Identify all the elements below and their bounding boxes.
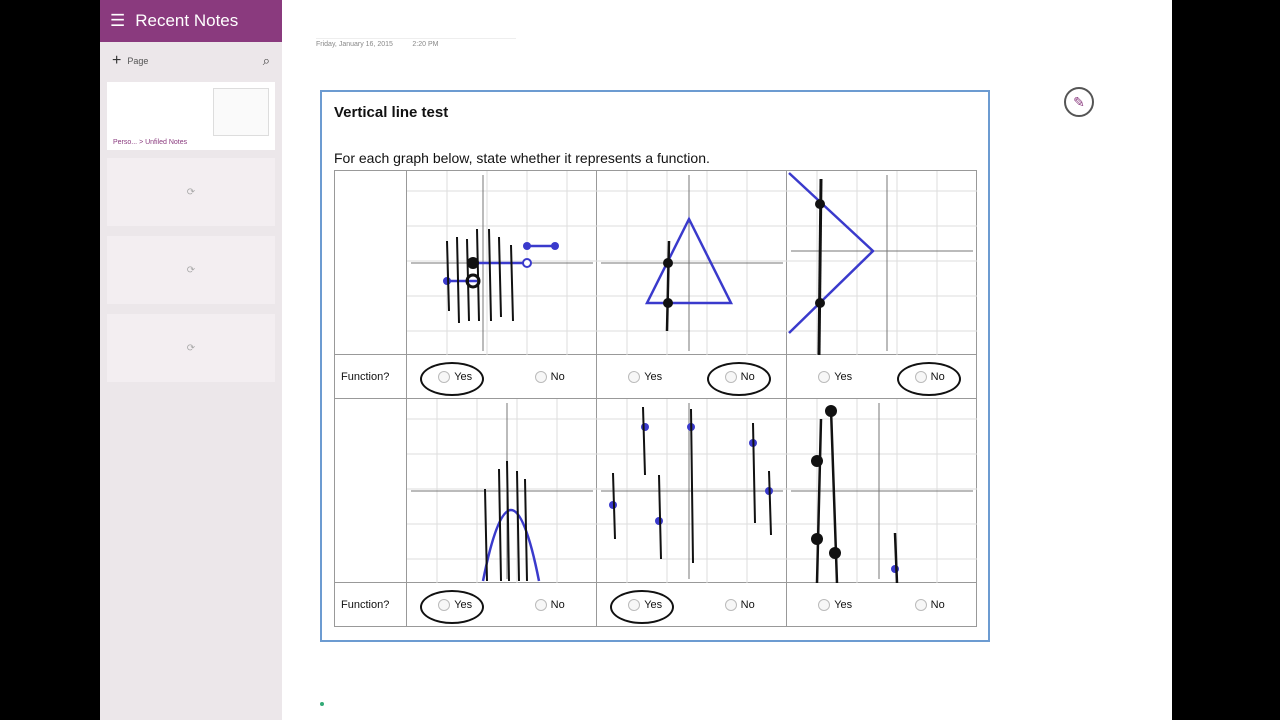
sidebar-header: ☰ Recent Notes: [100, 0, 282, 42]
answer-cell: Yes No: [786, 354, 977, 399]
graph-4-plot: [407, 399, 597, 583]
graph-2: [596, 170, 787, 355]
answer-cell: Yes No: [596, 354, 787, 399]
yes-radio[interactable]: Yes: [610, 589, 675, 624]
graph-5: [596, 398, 787, 583]
no-radio[interactable]: No: [534, 370, 565, 383]
add-icon[interactable]: +: [112, 52, 121, 70]
yes-radio[interactable]: Yes: [420, 361, 485, 396]
yes-radio[interactable]: Yes: [628, 370, 663, 383]
loading-card: ⟳: [107, 314, 275, 382]
hamburger-menu-icon[interactable]: ☰: [110, 11, 125, 31]
yes-radio[interactable]: Yes: [818, 370, 853, 383]
page-datetime: Friday, January 16, 2015 2:20 PM: [316, 41, 438, 48]
graph-4: [406, 398, 597, 583]
no-radio[interactable]: No: [724, 598, 755, 611]
worksheet-instruction: For each graph below, state whether it r…: [334, 150, 710, 166]
worksheet-heading: Vertical line test: [334, 104, 449, 121]
yes-radio[interactable]: Yes: [818, 598, 853, 611]
no-label: No: [930, 598, 945, 611]
page-thumbnail: [213, 88, 269, 136]
search-icon[interactable]: ⌕: [263, 53, 270, 69]
date-divider: [316, 38, 516, 39]
graph-2-plot: [597, 171, 787, 355]
add-page-label[interactable]: Page: [127, 56, 148, 66]
graph-3: [786, 170, 977, 355]
answer-cell: Yes No: [596, 582, 787, 627]
page-notebook: > Unfiled Notes: [139, 139, 188, 146]
loading-card: ⟳: [107, 158, 275, 226]
no-label: No: [930, 370, 945, 383]
page-card[interactable]: Perso... > Unfiled Notes: [107, 82, 275, 150]
answer-cell: Yes No: [406, 354, 597, 399]
page-date: Friday, January 16, 2015: [316, 41, 393, 48]
row-label-empty: [334, 170, 407, 355]
yes-label: Yes: [834, 598, 853, 611]
graph-5-plot: [597, 399, 787, 583]
function-question-label: Function?: [334, 354, 407, 399]
onenote-window: ☰ Recent Notes + Page ⌕ Perso... > Unfil…: [100, 0, 1172, 720]
no-label: No: [740, 598, 755, 611]
answer-cell: Yes No: [406, 582, 597, 627]
yes-label: Yes: [454, 370, 473, 383]
page-time: 2:20 PM: [412, 41, 439, 48]
page-card-meta: Perso... > Unfiled Notes: [113, 139, 187, 146]
yes-label: Yes: [454, 598, 473, 611]
row-label-empty: [334, 398, 407, 583]
sidebar-toolbar: + Page ⌕: [100, 42, 282, 80]
answer-cell: Yes No: [786, 582, 977, 627]
sidebar-title: Recent Notes: [135, 11, 239, 30]
no-label: No: [550, 370, 565, 383]
graph-3-plot: [787, 171, 977, 355]
page-section: Perso...: [113, 139, 138, 146]
yes-label: Yes: [834, 370, 853, 383]
no-radio[interactable]: No: [706, 361, 771, 396]
graph-6: [786, 398, 977, 583]
no-label: No: [740, 370, 755, 383]
sidebar: ☰ Recent Notes + Page ⌕ Perso... > Unfil…: [100, 0, 282, 720]
pen-icon[interactable]: ✎: [1064, 87, 1094, 117]
no-label: No: [550, 598, 565, 611]
function-question-label: Function?: [334, 582, 407, 627]
graph-6-plot: [787, 399, 977, 583]
yes-label: Yes: [644, 370, 663, 383]
worksheet-frame: Vertical line test For each graph below,…: [320, 90, 990, 642]
yes-radio[interactable]: Yes: [420, 589, 485, 624]
no-radio[interactable]: No: [534, 598, 565, 611]
graph-1: [406, 170, 597, 355]
graph-table: Function? Yes No Yes No Yes No Function?…: [334, 170, 977, 627]
cursor-dot: [320, 702, 324, 706]
no-radio[interactable]: No: [914, 598, 945, 611]
no-radio[interactable]: No: [896, 361, 961, 396]
graph-1-plot: [407, 171, 597, 355]
loading-card: ⟳: [107, 236, 275, 304]
yes-label: Yes: [644, 598, 663, 611]
